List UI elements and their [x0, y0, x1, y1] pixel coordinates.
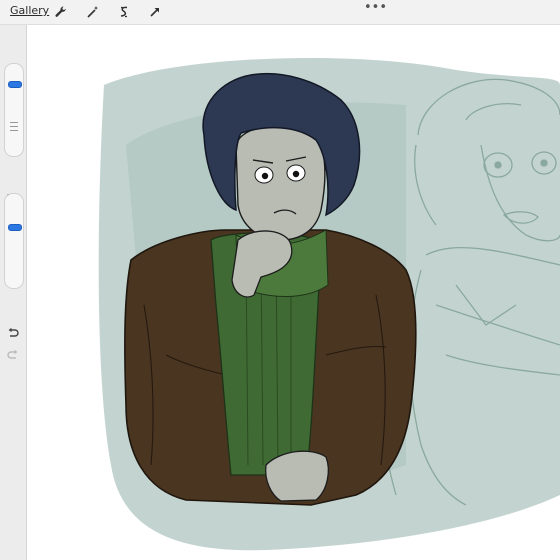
face [235, 124, 326, 241]
slider-tick [10, 130, 18, 131]
wrench-icon[interactable] [52, 3, 70, 21]
lower-hand [265, 450, 329, 502]
left-sidebar [0, 25, 27, 560]
gallery-button[interactable]: Gallery [10, 4, 49, 17]
selection-icon[interactable] [115, 3, 133, 21]
opacity-slider[interactable] [4, 193, 24, 289]
brush-size-handle[interactable] [8, 81, 22, 88]
brush-size-slider[interactable] [4, 63, 24, 157]
undo-icon[interactable] [7, 324, 19, 343]
drawing-canvas[interactable] [26, 25, 560, 560]
slider-tick [10, 122, 18, 123]
more-options-icon[interactable]: ••• [364, 0, 387, 15]
magic-wand-icon[interactable] [84, 3, 102, 21]
opacity-handle[interactable] [8, 224, 22, 231]
transform-arrow-icon[interactable] [146, 3, 164, 21]
redo-icon[interactable] [7, 346, 19, 365]
slider-tick [10, 126, 18, 127]
top-toolbar: Gallery ••• [0, 0, 560, 25]
